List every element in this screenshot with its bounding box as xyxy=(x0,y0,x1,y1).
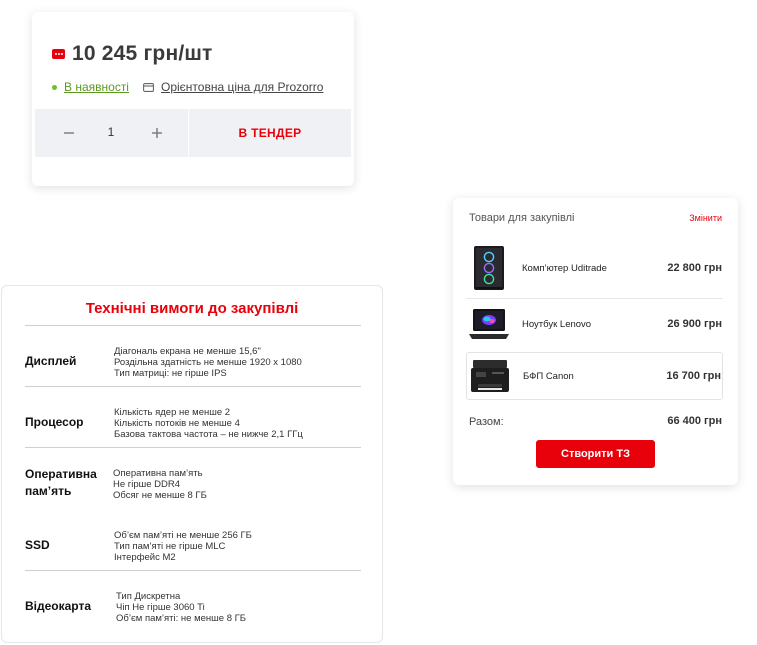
requirements-card: Технічні вимоги до закупівлі Дисплей Діа… xyxy=(1,285,383,643)
divider xyxy=(25,325,361,326)
cart-action-row: 1 В ТЕНДЕР xyxy=(35,109,351,157)
printer-icon xyxy=(469,354,511,398)
requirement-line: Чіп Не гірше 3060 Ti xyxy=(116,602,205,613)
item-price: 16 700 грн xyxy=(666,370,721,382)
quantity-value[interactable]: 1 xyxy=(99,125,123,139)
divider xyxy=(25,447,361,448)
quantity-stepper: 1 xyxy=(35,109,189,157)
desktop-pc-icon xyxy=(468,246,510,290)
total-value: 66 400 грн xyxy=(667,415,722,427)
price-meta: В наявності Орієнтовна ціна для Prozorro xyxy=(52,80,323,94)
requirement-line: Інтерфейс M2 xyxy=(114,552,176,563)
requirement-label: SSD xyxy=(25,538,50,552)
requirement-line: Оперативна пам’ять xyxy=(113,468,203,479)
cart-title: Товари для закупівлі xyxy=(469,212,575,224)
product-price: 10 245 грн/шт xyxy=(72,42,213,65)
minus-icon[interactable] xyxy=(57,121,81,145)
cart-item[interactable]: Ноутбук Lenovo 26 900 грн xyxy=(466,300,723,348)
requirements-title: Технічні вимоги до закупівлі xyxy=(85,300,299,317)
requirement-line: Роздільна здатність не менше 1920 x 1080 xyxy=(114,357,302,368)
requirement-line: Тип пам’яті не гірше MLC xyxy=(114,541,226,552)
requirement-line: Діагональ екрана не менше 15,6" xyxy=(114,346,261,357)
requirement-line: Тип Дискретна xyxy=(116,591,181,602)
requirement-line: Обсяг не менше 8 ГБ xyxy=(113,490,207,501)
requirement-line: Не гірше DDR4 xyxy=(113,479,181,490)
divider xyxy=(466,298,723,299)
laptop-icon xyxy=(468,302,510,346)
in-stock-dot-icon xyxy=(52,84,57,90)
divider xyxy=(25,570,361,571)
cart-item[interactable]: БФП Canon 16 700 грн xyxy=(466,352,723,400)
requirement-label: Процесор xyxy=(25,415,84,429)
item-price: 26 900 грн xyxy=(667,318,722,330)
requirement-line: Кількість ядер не менше 2 xyxy=(114,407,231,418)
divider xyxy=(25,386,361,387)
stock-status-link[interactable]: В наявності xyxy=(64,80,129,94)
item-name: БФП Canon xyxy=(523,370,574,382)
item-name: Комп’ютер Uditrade xyxy=(522,262,607,274)
requirement-label: Оперативна пам’ять xyxy=(25,467,97,498)
change-link[interactable]: Змінити xyxy=(689,213,722,223)
requirement-label: Дисплей xyxy=(25,354,77,368)
price-row: 10 245 грн/шт xyxy=(52,42,213,66)
requirement-line: Кількість потоків не менше 4 xyxy=(114,418,240,429)
plus-icon[interactable] xyxy=(145,121,169,145)
create-spec-button[interactable]: Створити ТЗ xyxy=(536,440,655,468)
document-icon xyxy=(143,82,154,92)
total-label: Разом: xyxy=(469,416,504,428)
prozorro-price-link[interactable]: Орієнтовна ціна для Prozorro xyxy=(161,80,324,94)
requirement-line: Об’єм пам’яті не менше 256 ГБ xyxy=(114,530,252,541)
item-name: Ноутбук Lenovo xyxy=(522,318,592,330)
requirement-label: Відеокарта xyxy=(25,599,92,613)
more-dots-icon[interactable] xyxy=(52,49,65,59)
requirement-line: Об’єм пам’яті: не менше 8 ГБ xyxy=(116,613,246,624)
requirement-line: Тип матриці: не гірше IPS xyxy=(114,368,227,379)
procurement-cart: Товари для закупівлі Змінити Комп’ютер U… xyxy=(453,198,738,485)
cart-item[interactable]: Комп’ютер Uditrade 22 800 грн xyxy=(466,244,723,292)
add-to-tender-button[interactable]: В ТЕНДЕР xyxy=(189,109,351,157)
price-card: 10 245 грн/шт В наявності Орієнтовна цін… xyxy=(32,12,354,186)
requirement-line: Базова тактова частота – не нижче 2,1 ГГ… xyxy=(114,429,303,440)
item-price: 22 800 грн xyxy=(667,262,722,274)
